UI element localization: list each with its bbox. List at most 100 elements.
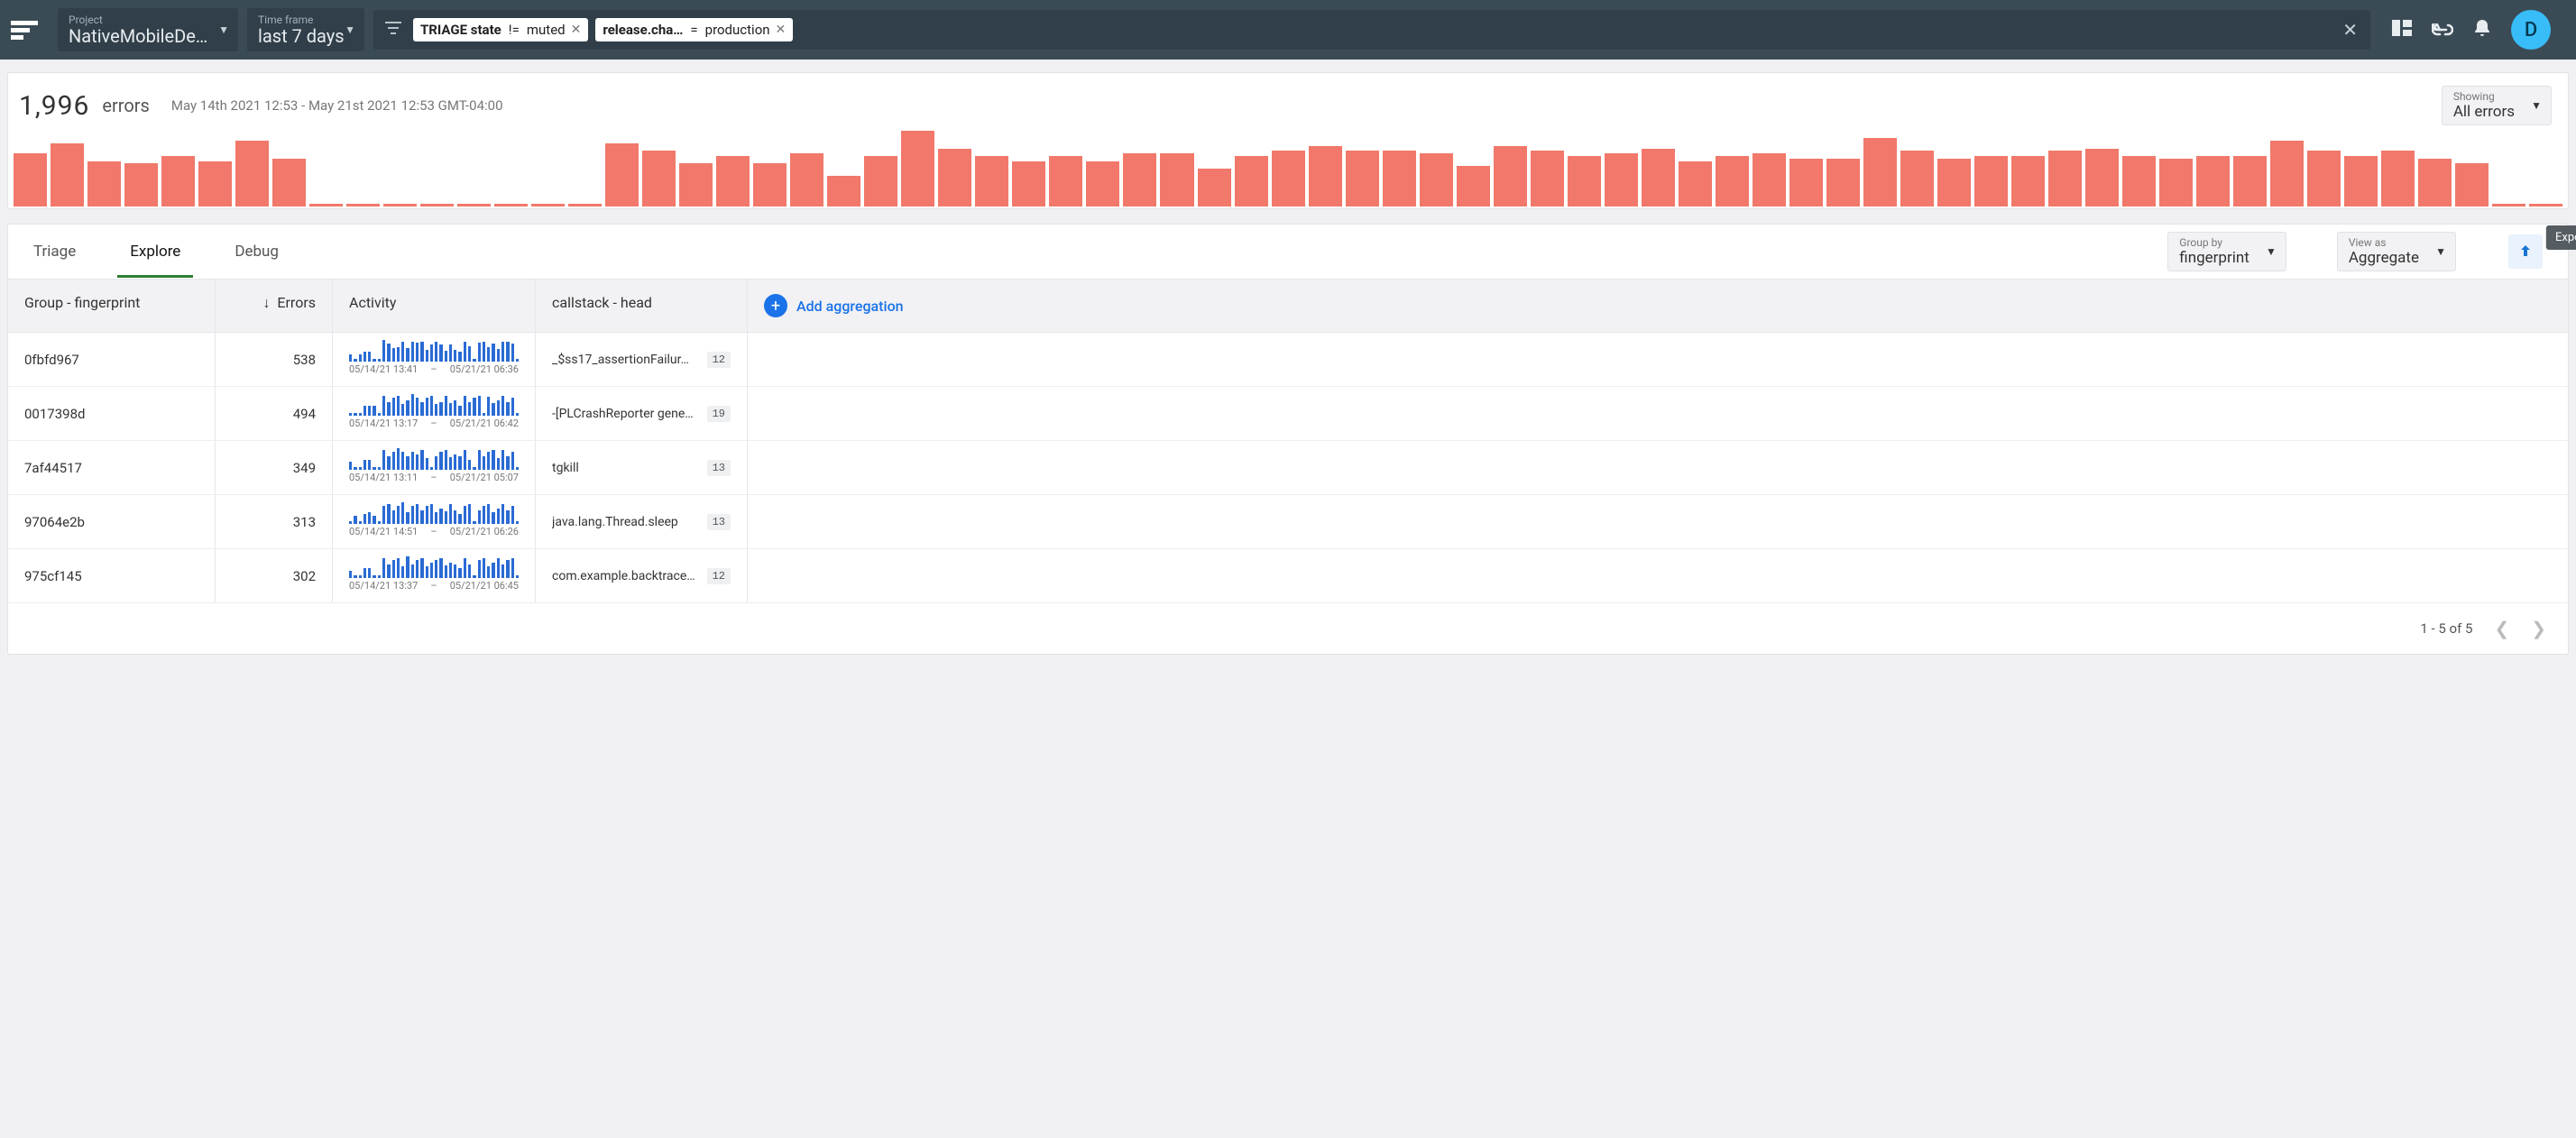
col-errors[interactable]: ↓ Errors (216, 280, 333, 332)
histogram-bar (1494, 146, 1527, 206)
bell-icon[interactable] (2473, 18, 2491, 42)
histogram-bar (1123, 153, 1156, 206)
timeframe-label: Time frame (258, 14, 354, 26)
histogram-bar (901, 131, 934, 206)
histogram-bar (235, 141, 269, 206)
col-activity[interactable]: Activity (333, 280, 536, 332)
histogram-bar (1420, 153, 1453, 206)
page-prev-icon[interactable]: ❮ (2494, 618, 2509, 639)
remove-chip-icon[interactable]: ✕ (776, 23, 787, 37)
histogram-bar (1863, 138, 1897, 206)
clear-filters-icon[interactable]: ✕ (2337, 19, 2363, 41)
export-tooltip: Export as... (2546, 225, 2576, 250)
cell-callstack: com.example.backtraced… 12 (536, 549, 748, 602)
sparkline (349, 502, 519, 524)
cell-callstack: -[PLCrashReporter gene… 19 (536, 387, 748, 440)
col-callstack[interactable]: callstack - head (536, 280, 748, 332)
histogram-bar (1900, 151, 1934, 206)
cell-errors: 349 (216, 441, 333, 494)
histogram-bar (1568, 156, 1601, 206)
histogram-bar (2270, 141, 2304, 206)
view-as-selector[interactable]: View as Aggregate ▼ (2337, 232, 2456, 271)
table-row[interactable]: 7af44517 349 05/14/21 13:11–05/21/21 05:… (8, 441, 2568, 495)
sparkline (349, 556, 519, 578)
cell-fingerprint: 97064e2b (8, 495, 216, 548)
cell-fingerprint: 0017398d (8, 387, 216, 440)
histogram-bar (124, 163, 158, 206)
cell-aggregation (748, 495, 2568, 548)
project-label: Project (69, 14, 227, 26)
col-group[interactable]: Group - fingerprint (8, 280, 216, 332)
timeframe-selector[interactable]: Time frame last 7 days ▼ (247, 8, 364, 51)
histogram-bar (2381, 151, 2415, 206)
histogram-bar (531, 204, 565, 206)
histogram-bar (1309, 146, 1342, 206)
histogram-bar (1789, 159, 1823, 206)
cell-errors: 494 (216, 387, 333, 440)
cell-fingerprint: 0fbfd967 (8, 333, 216, 386)
filter-bar[interactable]: TRIAGE state!=muted✕ release.cha…=product… (373, 10, 2370, 50)
histogram-bar (457, 204, 491, 206)
remove-chip-icon[interactable]: ✕ (571, 23, 582, 37)
error-count-label: errors (102, 95, 149, 116)
histogram-bar (2085, 149, 2119, 206)
histogram-bar (1716, 156, 1749, 206)
col-add-aggregation[interactable]: + Add aggregation (748, 280, 2568, 332)
cell-activity: 05/14/21 13:41–05/21/21 06:36 (333, 333, 536, 386)
caret-down-icon: ▼ (2266, 245, 2277, 258)
link-icon[interactable] (2432, 19, 2453, 41)
add-aggregation-label: Add aggregation (796, 298, 904, 315)
tab-explore[interactable]: Explore (123, 226, 188, 277)
histogram-bar (2492, 204, 2525, 206)
cell-aggregation (748, 441, 2568, 494)
dashboard-icon[interactable] (2392, 19, 2412, 41)
histogram-bar (1272, 151, 1305, 206)
histogram-bar (198, 161, 232, 206)
showing-label: Showing (2453, 90, 2515, 103)
page-next-icon[interactable]: ❯ (2531, 618, 2546, 639)
filter-chip[interactable]: release.cha…=production✕ (595, 18, 793, 41)
histogram-bar (864, 156, 897, 206)
project-selector[interactable]: Project NativeMobileDe… ▼ (58, 8, 238, 51)
histogram-bar (605, 143, 639, 206)
cell-errors: 313 (216, 495, 333, 548)
showing-value: All errors (2453, 103, 2515, 121)
plus-icon: + (764, 294, 787, 317)
histogram-bar (975, 156, 1008, 206)
view-as-label: View as (2349, 236, 2419, 249)
histogram-bar (1235, 156, 1268, 206)
histogram-bar (1531, 151, 1564, 206)
table-row[interactable]: 97064e2b 313 05/14/21 14:51–05/21/21 06:… (8, 495, 2568, 549)
cell-errors: 538 (216, 333, 333, 386)
cell-errors: 302 (216, 549, 333, 602)
tab-triage[interactable]: Triage (26, 226, 83, 277)
caret-down-icon: ▼ (345, 23, 355, 36)
group-by-selector[interactable]: Group by fingerprint ▼ (2167, 232, 2286, 271)
cell-activity: 05/14/21 13:37–05/21/21 06:45 (333, 549, 536, 602)
error-count: 1,996 (19, 90, 89, 122)
histogram-bar (2233, 156, 2267, 206)
tabs: Triage Explore Debug Group by fingerprint … (8, 225, 2568, 280)
sparkline (349, 448, 519, 470)
cell-activity: 05/14/21 14:51–05/21/21 06:26 (333, 495, 536, 548)
histogram-bar (1826, 159, 1860, 206)
histogram-bar (1198, 169, 1231, 206)
cell-callstack: _$ss17_assertionFailur… 12 (536, 333, 748, 386)
histogram-bar (420, 204, 454, 206)
histogram-bar (2307, 151, 2341, 206)
tab-debug[interactable]: Debug (227, 226, 286, 277)
export-button[interactable]: Export as... (2508, 234, 2543, 269)
count-badge: 13 (707, 514, 731, 530)
showing-selector[interactable]: Showing All errors ▼ (2442, 86, 2552, 125)
app-logo (11, 16, 38, 43)
cell-callstack: java.lang.Thread.sleep 13 (536, 495, 748, 548)
table-row[interactable]: 0fbfd967 538 05/14/21 13:41–05/21/21 06:… (8, 333, 2568, 387)
user-avatar[interactable]: D (2511, 10, 2551, 50)
table-row[interactable]: 975cf145 302 05/14/21 13:37–05/21/21 06:… (8, 549, 2568, 602)
time-range: May 14th 2021 12:53 - May 21st 2021 12:5… (171, 97, 503, 114)
error-histogram (8, 127, 2568, 208)
filter-chip[interactable]: TRIAGE state!=muted✕ (413, 18, 588, 41)
table-row[interactable]: 0017398d 494 05/14/21 13:17–05/21/21 06:… (8, 387, 2568, 441)
histogram-bar (383, 204, 417, 206)
count-badge: 19 (707, 406, 731, 422)
